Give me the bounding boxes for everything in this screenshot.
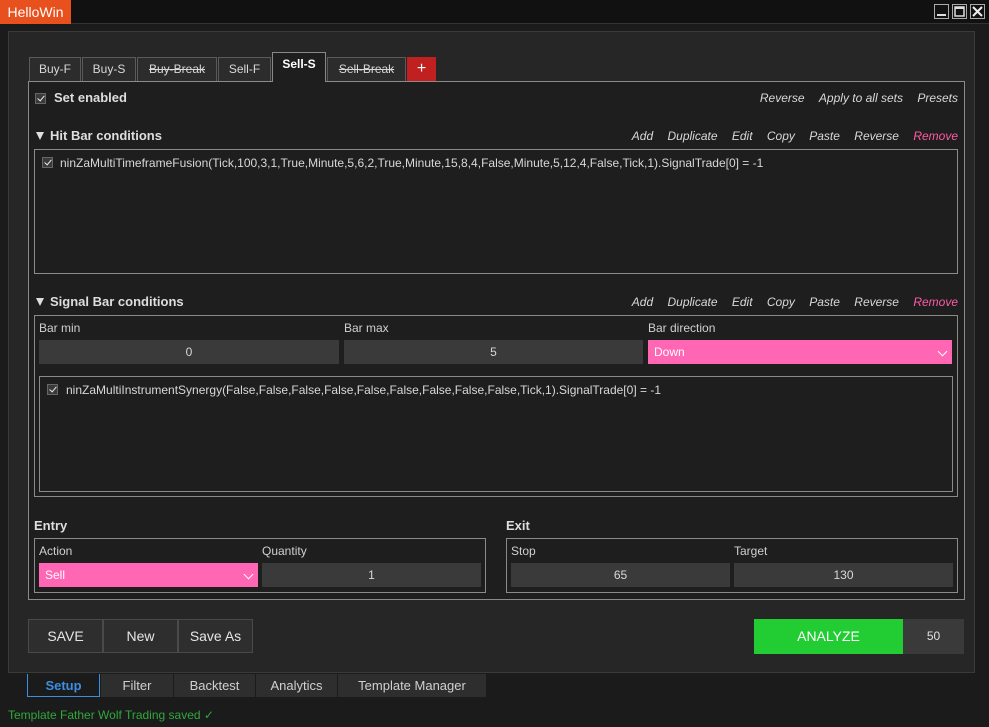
tab-sell-s[interactable]: Sell-S — [272, 52, 326, 82]
entry-action-select[interactable]: Sell — [39, 563, 258, 587]
entry-action-value: Sell — [45, 568, 66, 582]
hit-edit-link[interactable]: Edit — [732, 129, 753, 143]
entry-title: Entry — [34, 518, 68, 533]
tab-template-manager[interactable]: Template Manager — [338, 674, 487, 697]
tab-label: Sell-F — [228, 62, 261, 76]
save-button[interactable]: SAVE — [28, 619, 103, 653]
save-as-button[interactable]: Save As — [178, 619, 253, 653]
hit-bar-actions: Add Duplicate Edit Copy Paste Reverse Re… — [621, 129, 958, 143]
tab-buy-s[interactable]: Buy-S — [82, 57, 136, 81]
bar-max-input[interactable]: 5 — [344, 340, 643, 364]
signal-reverse-link[interactable]: Reverse — [854, 295, 899, 309]
signal-bar-panel: Bar min 0 Bar max 5 Bar direction Down n… — [34, 315, 958, 497]
plus-icon: + — [416, 60, 427, 77]
entry-panel: Action Sell Quantity 1 — [34, 538, 486, 593]
tab-label: Buy-Break — [148, 62, 206, 76]
collapse-triangle-icon — [36, 298, 44, 306]
set-enabled-label: Set enabled — [54, 90, 127, 105]
hit-bar-title: Hit Bar conditions — [50, 128, 162, 143]
chevron-down-icon — [243, 569, 254, 580]
tab-label: Buy-S — [92, 62, 126, 76]
set-content: Set enabled Reverse Apply to all sets Pr… — [28, 81, 965, 600]
signal-bar-conditions-list: ninZaMultiInstrumentSynergy(False,False,… — [39, 376, 953, 492]
signal-bar-actions: Add Duplicate Edit Copy Paste Reverse Re… — [621, 295, 958, 309]
bar-min-label: Bar min — [39, 321, 81, 335]
add-tab-button[interactable]: + — [407, 57, 436, 81]
minimize-button[interactable] — [934, 4, 949, 19]
tab-label: Sell-S — [282, 57, 316, 71]
signal-edit-link[interactable]: Edit — [732, 295, 753, 309]
hit-condition-text[interactable]: ninZaMultiTimeframeFusion(Tick,100,3,1,T… — [60, 156, 763, 170]
signal-duplicate-link[interactable]: Duplicate — [667, 295, 717, 309]
stop-label: Stop — [511, 544, 536, 558]
collapse-triangle-icon — [36, 132, 44, 140]
signal-bar-title: Signal Bar conditions — [50, 294, 184, 309]
new-button[interactable]: New — [103, 619, 178, 653]
signal-condition-text[interactable]: ninZaMultiInstrumentSynergy(False,False,… — [66, 383, 661, 397]
signal-paste-link[interactable]: Paste — [809, 295, 840, 309]
exit-panel: Stop 65 Target 130 — [506, 538, 958, 593]
tab-backtest[interactable]: Backtest — [174, 674, 256, 697]
quantity-label: Quantity — [262, 544, 307, 558]
tab-setup[interactable]: Setup — [27, 674, 100, 697]
stop-input[interactable]: 65 — [511, 563, 730, 587]
tab-label: Buy-F — [38, 62, 71, 76]
maximize-icon — [954, 6, 965, 17]
tab-filter[interactable]: Filter — [101, 674, 174, 697]
maximize-button[interactable] — [952, 4, 967, 19]
tab-sell-f[interactable]: Sell-F — [218, 57, 271, 81]
hit-condition-checkbox[interactable] — [42, 157, 53, 168]
main-panel: Buy-F Buy-S Buy-Break Sell-F Sell-S Sell… — [8, 31, 975, 673]
hit-copy-link[interactable]: Copy — [767, 129, 795, 143]
signal-remove-link[interactable]: Remove — [913, 295, 958, 309]
bar-direction-value: Down — [654, 345, 685, 359]
hit-add-link[interactable]: Add — [632, 129, 653, 143]
signal-add-link[interactable]: Add — [632, 295, 653, 309]
signal-bar-header[interactable]: Signal Bar conditions — [36, 294, 184, 309]
hit-reverse-link[interactable]: Reverse — [854, 129, 899, 143]
hit-bar-header[interactable]: Hit Bar conditions — [36, 128, 162, 143]
hit-remove-link[interactable]: Remove — [913, 129, 958, 143]
close-icon — [972, 6, 983, 17]
status-message: Template Father Wolf Trading saved ✓ — [8, 708, 214, 722]
action-label: Action — [39, 544, 73, 558]
reverse-set-link[interactable]: Reverse — [760, 91, 805, 105]
signal-copy-link[interactable]: Copy — [767, 295, 795, 309]
exit-title: Exit — [506, 518, 530, 533]
chevron-down-icon — [937, 346, 948, 357]
target-label: Target — [734, 544, 768, 558]
window-title: HelloWin — [0, 0, 71, 24]
hit-paste-link[interactable]: Paste — [809, 129, 840, 143]
bar-min-input[interactable]: 0 — [39, 340, 339, 364]
title-bar: HelloWin — [0, 0, 989, 24]
close-button[interactable] — [970, 4, 985, 19]
quantity-input[interactable]: 1 — [262, 563, 481, 587]
set-enabled-checkbox[interactable] — [35, 93, 46, 104]
tab-buy-break[interactable]: Buy-Break — [137, 57, 217, 81]
hit-bar-conditions-list: ninZaMultiTimeframeFusion(Tick,100,3,1,T… — [34, 149, 958, 274]
hit-duplicate-link[interactable]: Duplicate — [667, 129, 717, 143]
bar-direction-label: Bar direction — [648, 321, 716, 335]
minimize-icon — [937, 14, 946, 16]
tab-analytics[interactable]: Analytics — [256, 674, 338, 697]
signal-condition-checkbox[interactable] — [47, 384, 58, 395]
bar-max-label: Bar max — [344, 321, 389, 335]
apply-all-sets-link[interactable]: Apply to all sets — [819, 91, 903, 105]
analyze-button[interactable]: ANALYZE — [754, 619, 903, 654]
target-input[interactable]: 130 — [734, 563, 953, 587]
set-actions: Reverse Apply to all sets Presets — [749, 91, 958, 105]
presets-link[interactable]: Presets — [917, 91, 958, 105]
tab-sell-break[interactable]: Sell-Break — [327, 57, 406, 81]
tab-buy-f[interactable]: Buy-F — [29, 57, 81, 81]
tab-label: Sell-Break — [338, 62, 395, 76]
bar-direction-select[interactable]: Down — [648, 340, 952, 364]
analyze-count-input[interactable]: 50 — [903, 619, 964, 654]
